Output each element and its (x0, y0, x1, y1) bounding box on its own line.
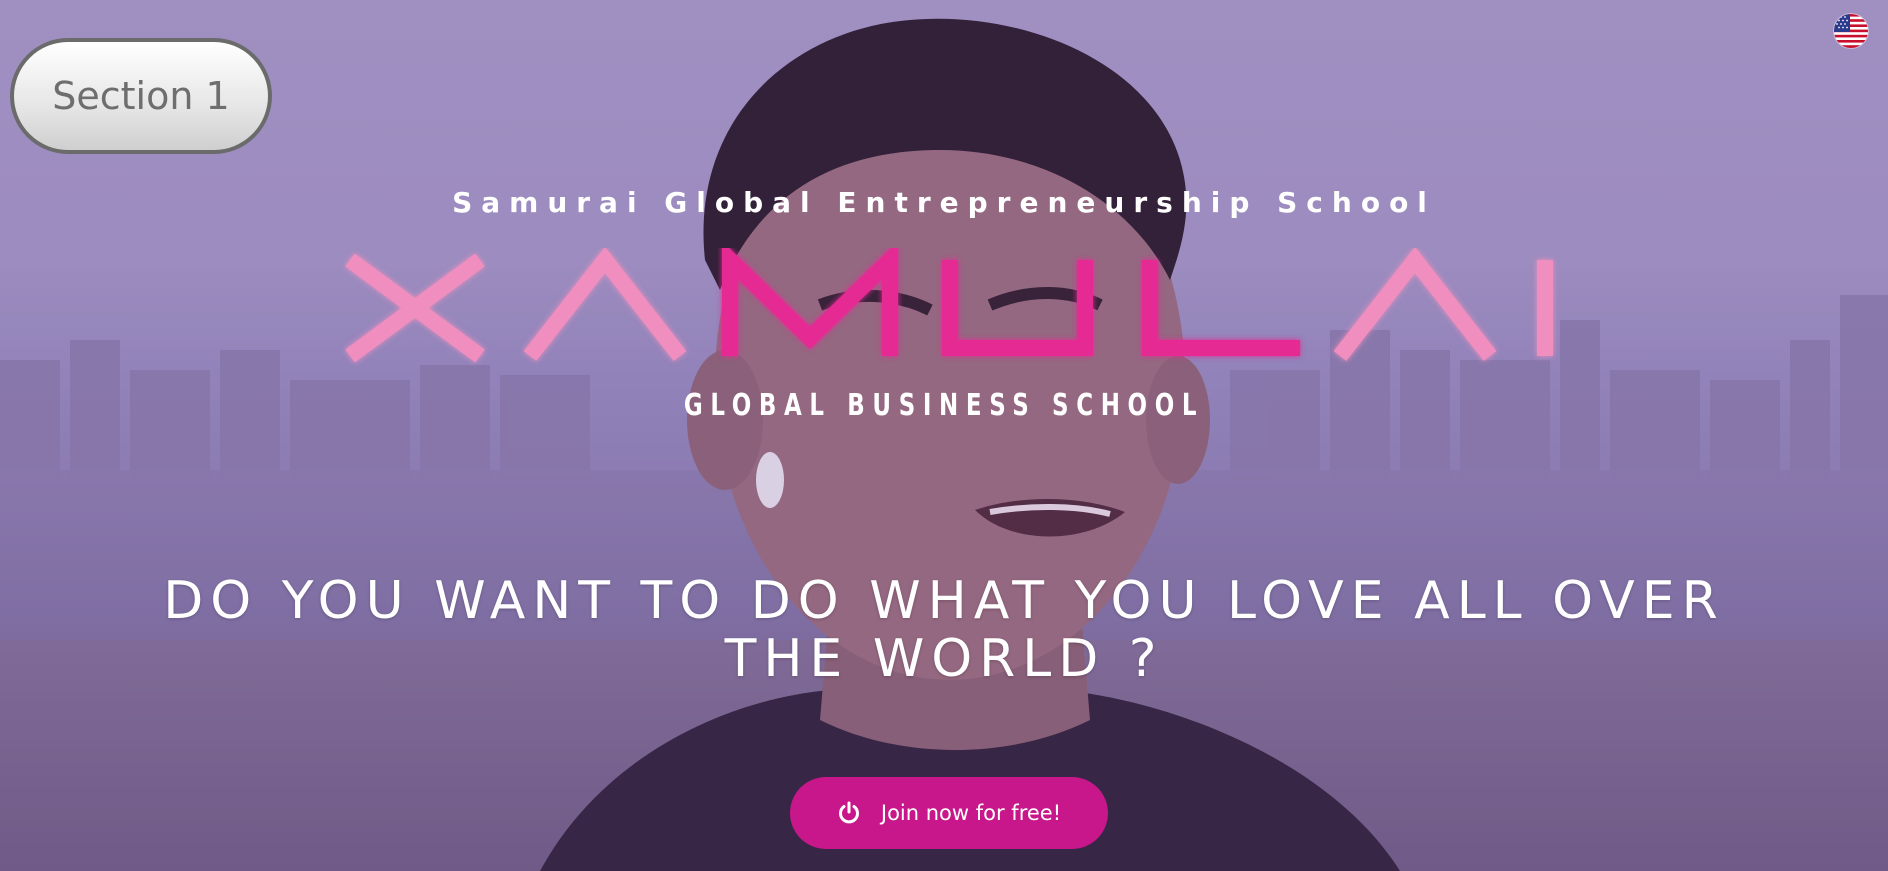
join-now-label: Join now for free! (880, 801, 1062, 825)
us-flag-icon[interactable] (1834, 14, 1868, 48)
power-icon (838, 801, 859, 824)
section-1-button[interactable]: Section 1 (10, 38, 272, 154)
school-tagline: Samurai Global Entrepreneurship School (452, 186, 1436, 219)
global-business-school-subtitle: GLOBAL BUSINESS SCHOOL (683, 388, 1205, 423)
hero-headline-line-2: THE WORLD ? (724, 629, 1164, 689)
xamulai-logo (345, 248, 1553, 363)
hero-headline-line-1: DO YOU WANT TO DO WHAT YOU LOVE ALL OVER (163, 571, 1725, 631)
join-now-button[interactable]: Join now for free! (790, 777, 1108, 849)
hero-section: Section 1 Samurai Global Entrepreneurshi… (0, 0, 1888, 871)
section-1-label: Section 1 (52, 74, 230, 118)
background-tint-overlay (0, 0, 1888, 871)
hero-headline: DO YOU WANT TO DO WHAT YOU LOVE ALL OVER… (40, 572, 1848, 688)
